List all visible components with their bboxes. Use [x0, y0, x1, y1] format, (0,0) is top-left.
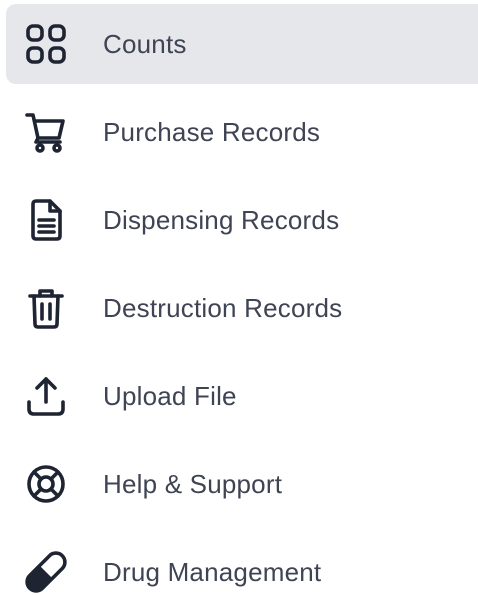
sidebar-nav: Counts Purchase Records Dispensing Recor…: [0, 0, 478, 595]
grid-icon: [24, 22, 68, 66]
sidebar-item-label: Upload File: [103, 380, 237, 411]
lifebuoy-icon: [24, 462, 68, 506]
sidebar-item-label: Purchase Records: [103, 116, 321, 147]
sidebar-item-label: Dispensing Records: [103, 204, 340, 235]
pill-icon: [24, 550, 68, 594]
sidebar-item-label: Drug Management: [103, 556, 322, 587]
sidebar-item-counts[interactable]: Counts: [6, 4, 478, 84]
sidebar-item-purchase-records[interactable]: Purchase Records: [6, 92, 478, 172]
sidebar-item-dispensing-records[interactable]: Dispensing Records: [6, 180, 478, 260]
sidebar-item-destruction-records[interactable]: Destruction Records: [6, 268, 478, 348]
sidebar-item-upload-file[interactable]: Upload File: [6, 356, 478, 436]
document-icon: [24, 198, 68, 242]
trash-icon: [24, 286, 68, 330]
cart-icon: [24, 110, 68, 154]
sidebar-item-help-support[interactable]: Help & Support: [6, 444, 478, 524]
upload-icon: [24, 374, 68, 418]
sidebar-item-label: Counts: [103, 28, 187, 59]
sidebar-item-drug-management[interactable]: Drug Management: [6, 532, 478, 595]
sidebar-item-label: Help & Support: [103, 468, 283, 499]
sidebar-item-label: Destruction Records: [103, 292, 343, 323]
